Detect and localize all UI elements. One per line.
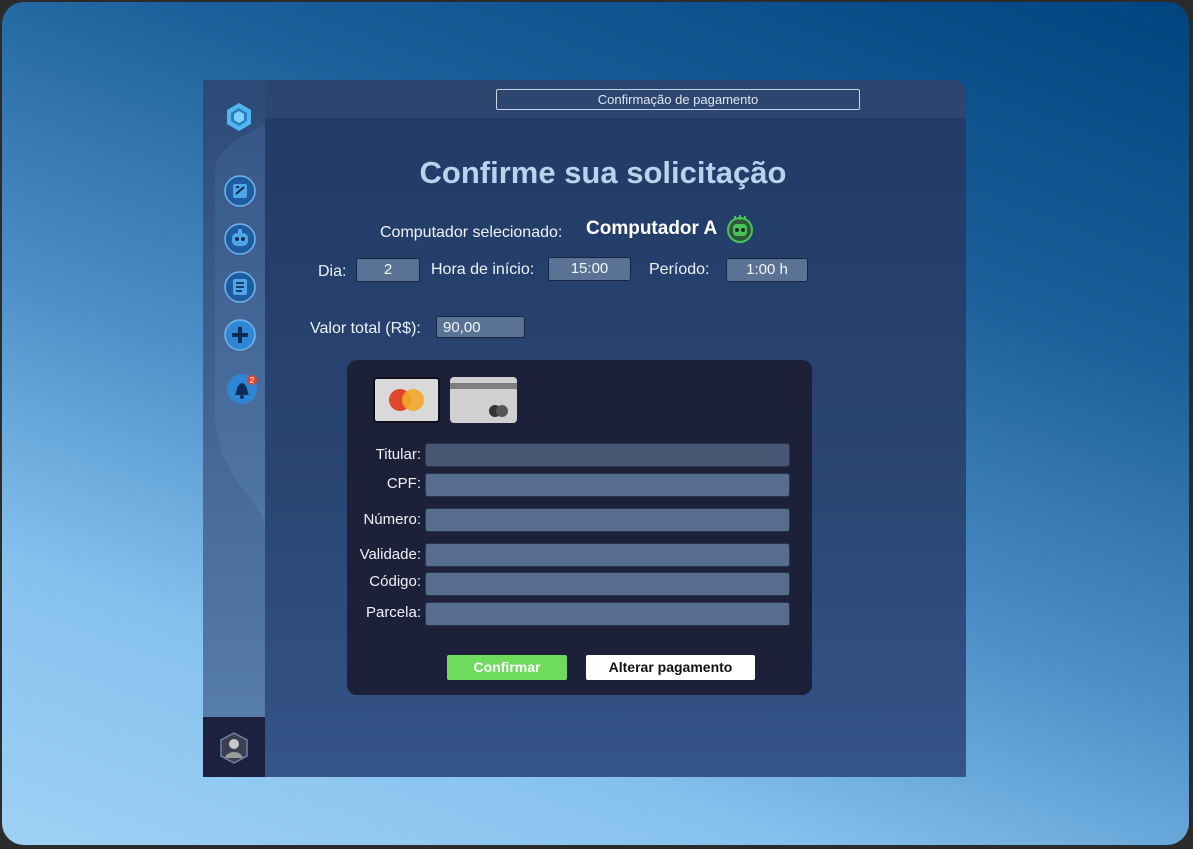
numero-input[interactable] [425,508,790,532]
plus-icon[interactable] [224,319,256,351]
app-window: 2 Confirmação de pagamento Confirme sua … [203,80,966,777]
day-value[interactable]: 2 [356,258,420,282]
titular-input[interactable] [425,443,790,467]
start-label: Hora de início: [431,261,535,278]
robot-green-icon [724,212,756,244]
credit-card-icon [450,383,517,417]
total-label: Valor total (R$): [310,320,421,337]
avatar[interactable] [219,732,249,764]
day-label: Dia: [318,263,347,280]
period-label: Período: [649,261,710,278]
window-title: Confirmação de pagamento [496,89,860,110]
hexagon-logo-icon[interactable] [223,101,255,133]
computer-name: Computador A [586,218,718,239]
notification-badge: 2 [250,376,255,385]
parcela-input[interactable] [425,602,790,626]
computer-label: Computador selecionado: [380,224,563,241]
page-title: Confirme sua solicitação [419,155,787,190]
validade-input[interactable] [425,543,790,567]
list-icon[interactable] [224,271,256,303]
robot-icon[interactable] [224,223,256,255]
titular-label: Titular: [375,446,421,463]
mastercard-icon [389,389,424,411]
cpf-label: CPF: [386,475,421,492]
payment-panel: Titular: CPF: Número: Validade: Código: … [347,360,812,695]
confirm-button[interactable]: Confirmar [447,655,567,680]
desktop-background: 2 Confirmação de pagamento Confirme sua … [2,2,1189,845]
mastercard-option[interactable] [373,377,440,423]
period-value[interactable]: 1:00 h [726,258,808,282]
title-bar: Confirmação de pagamento [265,80,966,118]
codigo-label: Código: [369,573,421,590]
total-value[interactable]: 90,00 [436,316,525,338]
sidebar: 2 [203,80,265,777]
numero-label: Número: [363,511,421,528]
codigo-input[interactable] [425,572,790,596]
chip-icon[interactable] [224,175,256,207]
validade-label: Validade: [359,546,421,563]
profile-area [203,717,265,777]
start-value[interactable]: 15:00 [548,257,631,281]
bell-icon[interactable]: 2 [226,373,258,405]
parcela-label: Parcela: [365,604,421,621]
generic-card-option[interactable] [450,377,517,423]
cpf-input[interactable] [425,473,790,497]
alter-payment-button[interactable]: Alterar pagamento [586,655,755,680]
